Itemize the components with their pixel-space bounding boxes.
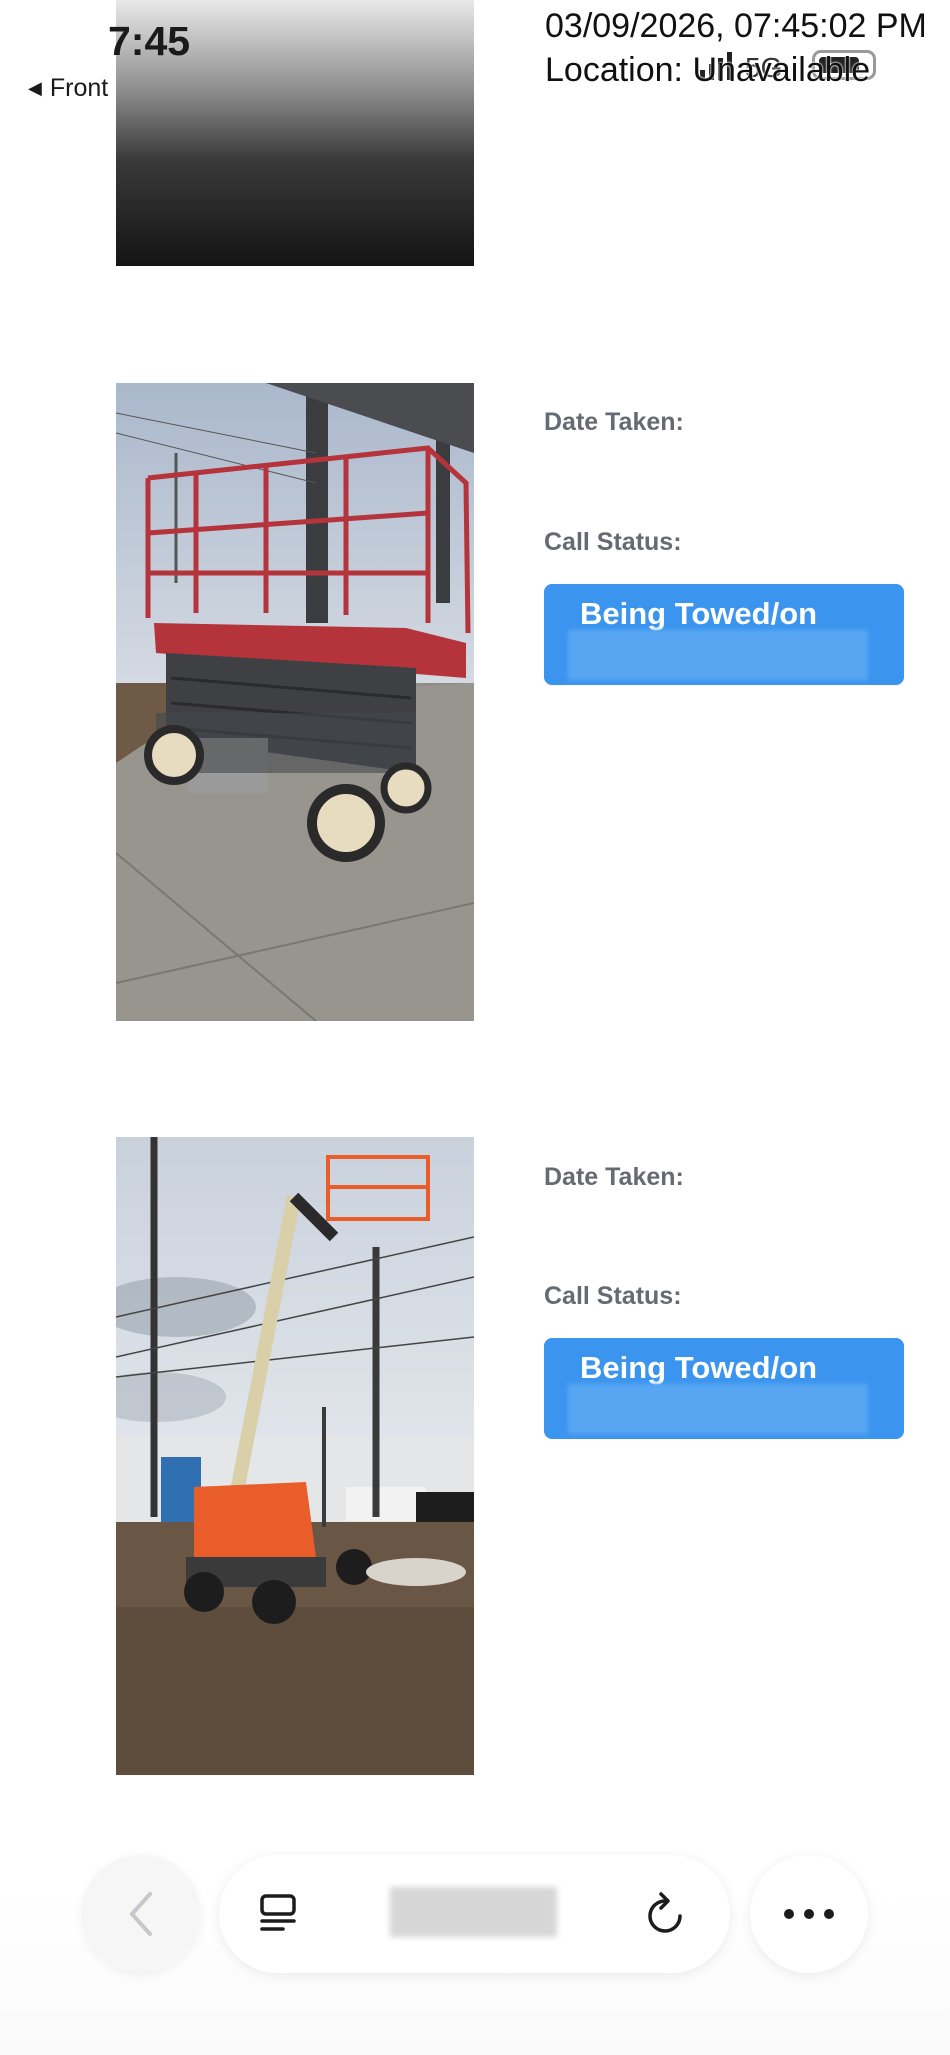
- chevron-left-icon: [130, 1892, 152, 1936]
- call-status-value-2: Being Towed/on: [580, 1350, 818, 1385]
- back-triangle-icon: ◀: [28, 78, 42, 98]
- back-button[interactable]: [82, 1855, 200, 1973]
- tabs-icon: [260, 1894, 296, 1931]
- call-status-value-1: Being Towed/on: [580, 596, 818, 631]
- url-field-redacted[interactable]: [390, 1887, 557, 1937]
- more-icon: [784, 1909, 834, 1919]
- equipment-photo-2[interactable]: [116, 383, 474, 1021]
- redacted-status-text-1: [568, 630, 868, 680]
- reload-icon[interactable]: [642, 1888, 690, 1938]
- overlay-timestamp: 03/09/2026, 07:45:02 PM: [545, 7, 927, 45]
- back-app-label: Front: [49, 74, 109, 102]
- call-status-button-2[interactable]: Being Towed/on: [544, 1338, 904, 1439]
- status-bar-time: 7:45: [108, 18, 191, 64]
- date-taken-label-2: Date Taken:: [544, 1163, 684, 1191]
- photo-timestamp-overlay: 03/09/2026, 07:45:02 PM Location: Unavai…: [545, 4, 927, 92]
- call-status-label-2: Call Status:: [544, 1282, 682, 1310]
- address-pill[interactable]: [219, 1855, 730, 1973]
- back-to-app-link[interactable]: ◀ Front: [28, 74, 108, 103]
- call-status-button-1[interactable]: Being Towed/on: [544, 584, 904, 685]
- overlay-location: Location: Unavailable: [545, 51, 871, 89]
- redacted-status-text-2: [568, 1384, 868, 1434]
- call-status-label-1: Call Status:: [544, 528, 682, 556]
- date-taken-label-1: Date Taken:: [544, 408, 684, 436]
- more-button[interactable]: [750, 1855, 868, 1973]
- equipment-photo-3[interactable]: [116, 1137, 474, 1775]
